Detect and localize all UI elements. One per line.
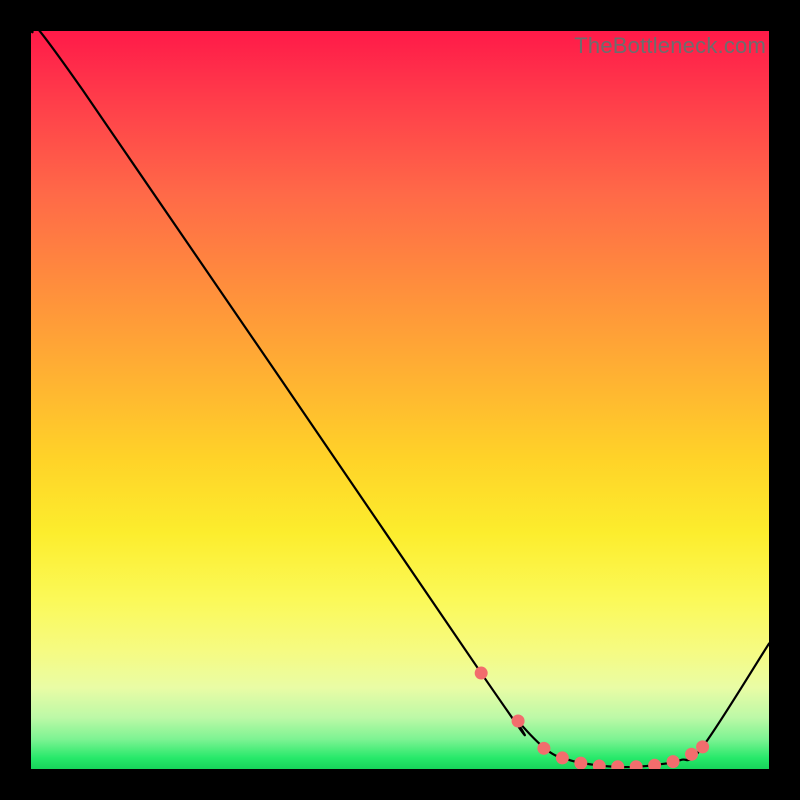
chart-svg (31, 31, 769, 769)
chart-plot-area (31, 31, 769, 769)
data-point-marker (475, 667, 488, 680)
data-point-marker (696, 740, 709, 753)
data-point-marker (593, 760, 606, 769)
data-point-marker (512, 715, 525, 728)
data-point-marker (611, 760, 624, 769)
data-point-marker (667, 755, 680, 768)
data-point-marker (537, 742, 550, 755)
data-point-marker (574, 757, 587, 769)
data-point-marker (648, 759, 661, 769)
curve-line (31, 31, 769, 767)
chart-frame: TheBottleneck.com (0, 0, 800, 800)
watermark-text: TheBottleneck.com (574, 33, 766, 59)
data-point-marker (556, 751, 569, 764)
data-point-marker (630, 760, 643, 769)
data-point-marker (685, 748, 698, 761)
